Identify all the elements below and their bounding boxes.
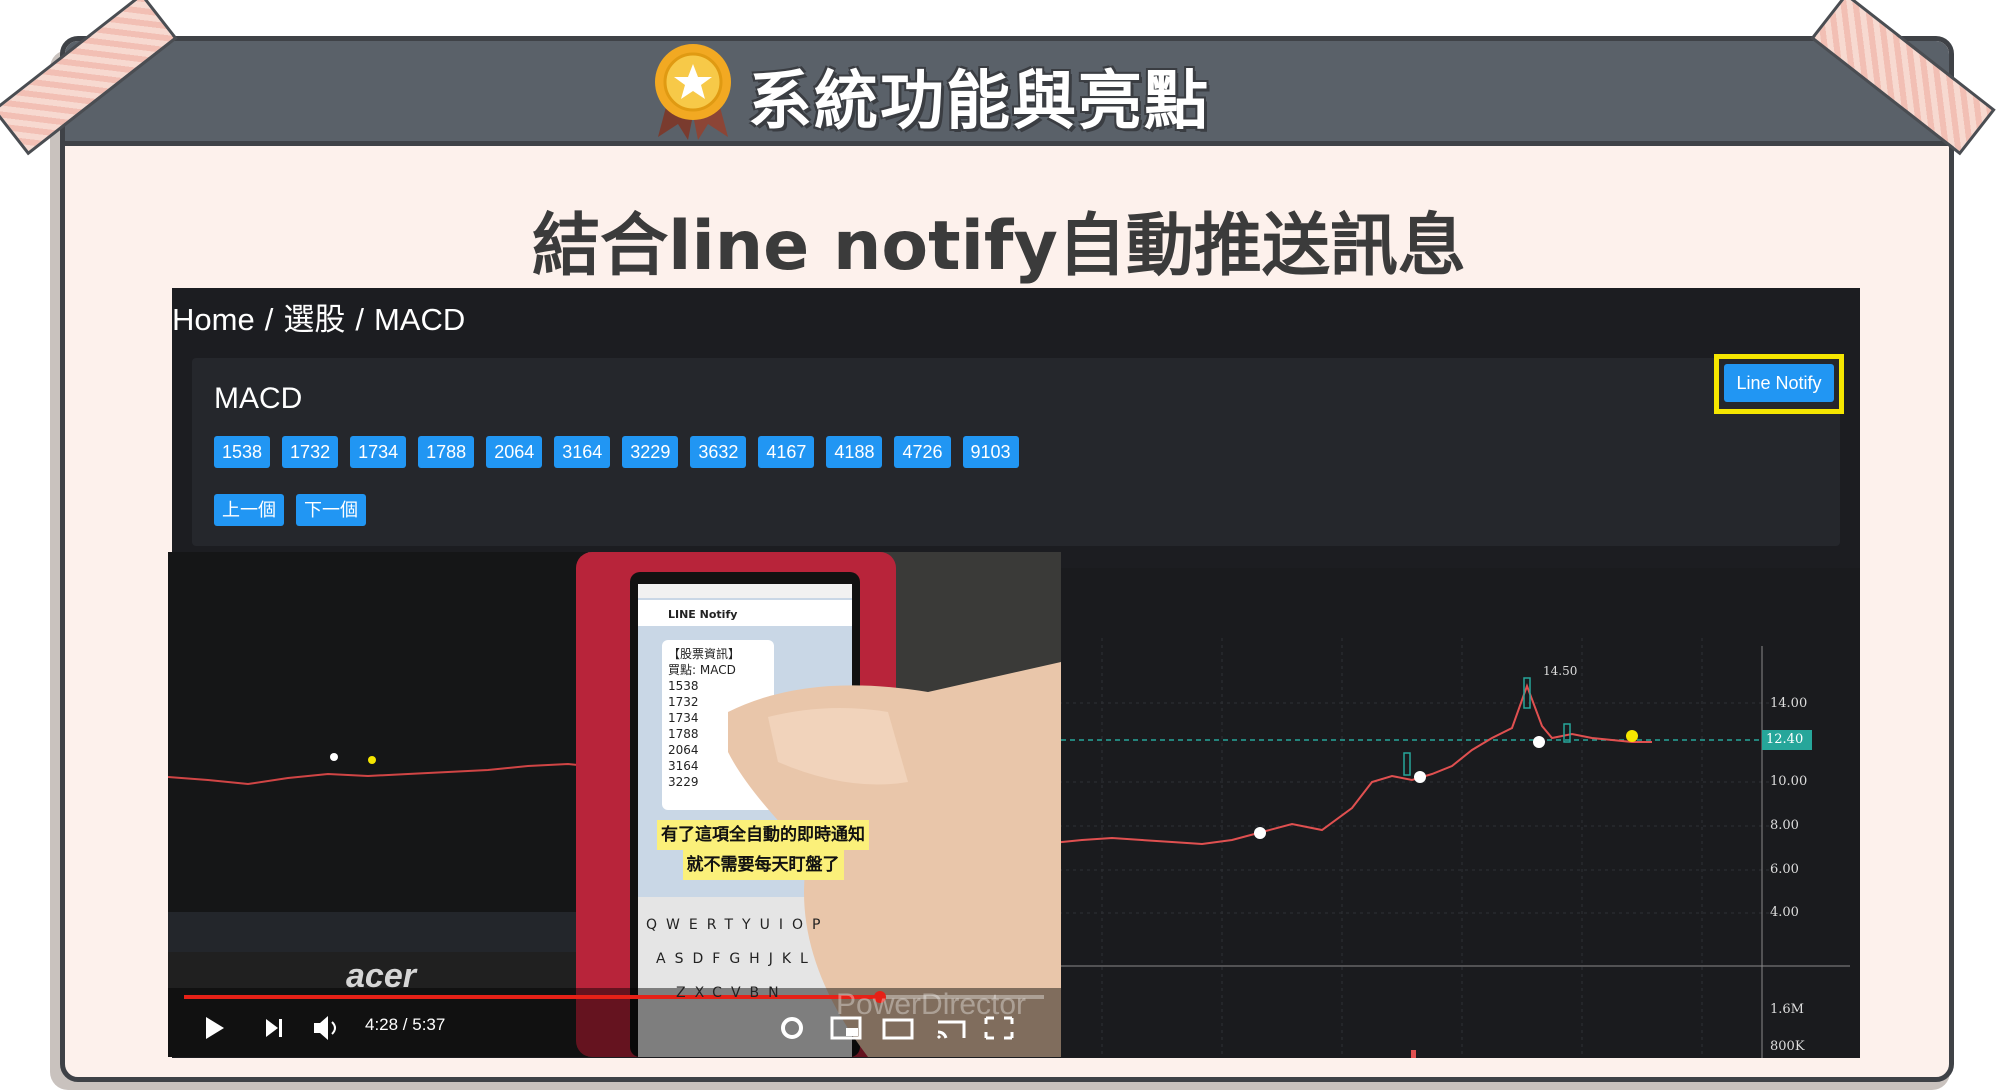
phone-message: 【股票資訊】 買點: MACD 1538 1732 1734 1788 2064… xyxy=(668,647,741,789)
keyboard-row: ASDFGHJKL xyxy=(656,951,817,967)
next-button[interactable]: 下一個 xyxy=(296,494,366,526)
chart-canvas xyxy=(1046,638,1850,1058)
video-frame xyxy=(168,552,1061,1057)
video-time: 4:28 / 5:37 xyxy=(365,1015,446,1034)
stock-button[interactable]: 3632 xyxy=(690,436,747,468)
stock-button[interactable]: 3164 xyxy=(554,436,611,468)
slide-title: 系統功能與亮點 xyxy=(748,65,1210,139)
stock-button[interactable]: 1734 xyxy=(350,436,407,468)
price-chart: 14.50 14.00 12.40 10.00 8.00 6.00 4.00 1… xyxy=(1046,568,1860,1058)
macd-card: MACD 1538 1732 1734 1788 2064 3164 3229 … xyxy=(192,358,1840,546)
video-watermark: PowerDirector xyxy=(836,988,1027,1021)
line-notify-button[interactable]: Line Notify xyxy=(1724,364,1834,402)
price-tick: 10.00 xyxy=(1770,774,1808,789)
breadcrumb-home[interactable]: Home xyxy=(172,302,255,337)
slide-subtitle: 結合line notify自動推送訊息 xyxy=(532,207,1466,286)
stock-button[interactable]: 2064 xyxy=(486,436,543,468)
breadcrumb-stock-select[interactable]: 選股 xyxy=(283,302,345,337)
breadcrumb-current: MACD xyxy=(373,302,466,337)
laptop-logo: acer xyxy=(346,957,416,995)
phone-keyboard: QWERTYUIOP ASDFGHJKL ZXCVBN xyxy=(646,908,829,1010)
video-caption: 有了這項全自動的即時通知 就不需要每天盯盤了 xyxy=(638,820,888,880)
stock-button[interactable]: 1538 xyxy=(214,436,271,468)
volume-tick: 800K xyxy=(1770,1039,1805,1054)
price-tick: 14.00 xyxy=(1770,696,1808,711)
keyboard-row: QWERTYUIOP xyxy=(646,917,830,933)
price-tick: 8.00 xyxy=(1770,818,1799,833)
video-player[interactable]: acer LINE Notify 【股票資訊】 買點: MACD 1538 17… xyxy=(168,552,1061,1057)
pager: 上一個 下一個 xyxy=(214,494,366,526)
card-title: MACD xyxy=(214,382,303,415)
price-tick: 6.00 xyxy=(1770,862,1799,877)
stock-code-list: 1538 1732 1734 1788 2064 3164 3229 3632 … xyxy=(214,436,1019,468)
prev-button[interactable]: 上一個 xyxy=(214,494,284,526)
volume-tick: 1.6M xyxy=(1770,1002,1804,1017)
highlight-box: Line Notify xyxy=(1714,354,1844,414)
price-tick: 4.00 xyxy=(1770,905,1799,920)
keyboard-row: ZXCVBN xyxy=(676,985,788,1001)
stock-button[interactable]: 4188 xyxy=(826,436,883,468)
breadcrumb-separator: / xyxy=(264,302,274,337)
phone-app-title: LINE Notify xyxy=(668,608,738,621)
price-high-label: 14.50 xyxy=(1543,664,1578,678)
stock-button[interactable]: 1732 xyxy=(282,436,339,468)
breadcrumb: Home / 選股 / MACD xyxy=(172,294,475,339)
breadcrumb-separator: / xyxy=(355,302,364,337)
medal-icon xyxy=(655,44,731,140)
stock-button[interactable]: 4167 xyxy=(758,436,815,468)
stock-button[interactable]: 4726 xyxy=(894,436,951,468)
stock-button[interactable]: 1788 xyxy=(418,436,475,468)
current-price-label: 12.40 xyxy=(1766,732,1804,747)
stock-button[interactable]: 9103 xyxy=(962,436,1019,468)
stock-button[interactable]: 3229 xyxy=(622,436,679,468)
